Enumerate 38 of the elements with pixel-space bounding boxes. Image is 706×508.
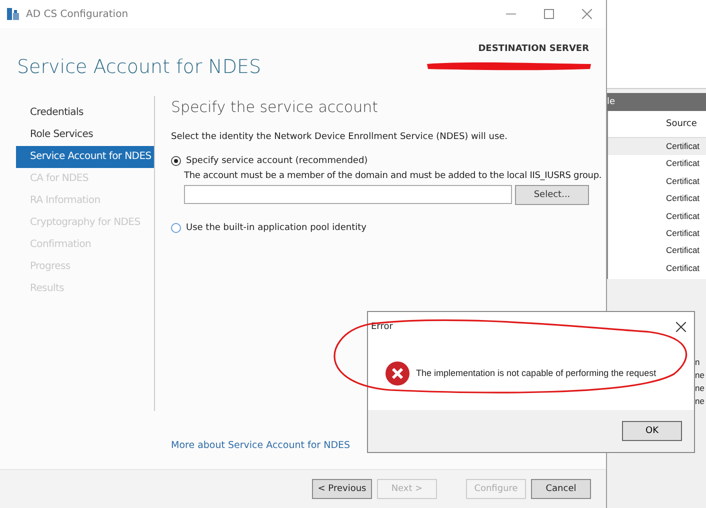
ok-button[interactable]: OK — [622, 421, 682, 441]
hint-text: The account must be a member of the domain and must be added to the local IIS_IUSRS group. — [184, 171, 603, 181]
radio-button[interactable] — [171, 156, 181, 166]
radio-button[interactable] — [171, 223, 181, 233]
table-cell-text: Certificat — [665, 174, 701, 188]
radio-label: Specify service account (recommended) — [186, 156, 368, 166]
table-cell-text: Certificat — [665, 244, 701, 258]
sidebar-item[interactable]: Role Services — [16, 124, 154, 146]
error-icon — [385, 360, 410, 386]
table-cell-text: Certificat — [665, 262, 701, 275]
text-fragment: ne — [695, 370, 704, 382]
app-icon — [6, 7, 20, 21]
sidebar-item[interactable]: Credentials — [16, 102, 154, 124]
dialog-title: Error — [371, 322, 393, 334]
table-cell-text: Certificat — [665, 192, 701, 206]
table-cell-text: Certificat — [665, 157, 701, 170]
help-link[interactable]: More about Service Account for NDES — [171, 440, 350, 451]
error-message: The implementation is not capable of performing the request — [416, 368, 656, 378]
select-button[interactable]: Select... — [515, 185, 589, 205]
account-field[interactable] — [184, 185, 512, 204]
page-title: Service Account for NDES — [17, 56, 262, 78]
destination-label: DESTINATION SERVER — [478, 44, 589, 54]
text-fragment: ne — [695, 383, 704, 395]
maximize-icon[interactable] — [544, 9, 554, 19]
description-text: Select the identity the Network Device Enrollment Service (NDES) will use. — [171, 132, 509, 142]
table-cell-text: Certificat — [665, 226, 701, 240]
sidebar-item[interactable]: Service Account for NDES — [16, 146, 154, 168]
close-icon[interactable] — [676, 322, 686, 332]
text-fragment: n — [695, 357, 700, 369]
radio-label: Use the built-in application pool identity — [186, 223, 366, 233]
text-fragment: ne — [695, 396, 704, 408]
wizard-button[interactable]: < Previous — [312, 479, 372, 499]
panel-title: le — [607, 93, 706, 111]
wizard-button[interactable]: Cancel — [531, 479, 591, 499]
window-title: AD CS Configuration — [26, 8, 128, 20]
table-cell: Certificat — [608, 138, 706, 156]
table-cell-text: Certificat — [665, 210, 701, 223]
section-heading: Specify the service account — [171, 98, 379, 116]
